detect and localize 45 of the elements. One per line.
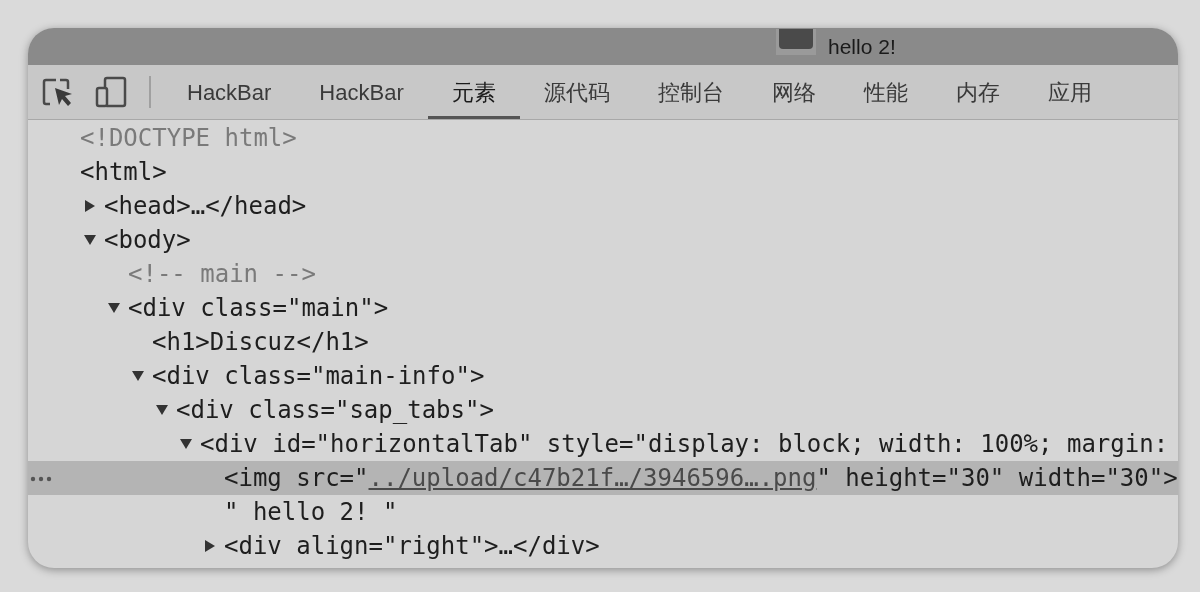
- expanded-triangle-icon[interactable]: [108, 302, 120, 314]
- code-line: <!DOCTYPE html>: [80, 123, 297, 154]
- expanded-triangle-icon[interactable]: [156, 404, 168, 416]
- more-icon[interactable]: [30, 476, 52, 482]
- code-line: <html>: [80, 157, 167, 188]
- tree-row[interactable]: <div align="right">…</div>: [28, 529, 1178, 563]
- tree-row[interactable]: <div id="horizontalTab" style="display: block; width: 100%; margin:: [28, 427, 1178, 461]
- panel-tab[interactable]: 性能: [839, 65, 932, 119]
- source-link[interactable]: ../upload/c47b21f…/3946596….png: [368, 464, 817, 492]
- tree-row[interactable]: " hello 2! ": [28, 495, 1178, 529]
- device-icon[interactable]: [95, 76, 127, 108]
- tree-row[interactable]: <html>: [28, 155, 1178, 189]
- panel-tab[interactable]: 内存: [931, 65, 1024, 119]
- code-line: <div align="right">…</div>: [224, 531, 600, 562]
- panel-tab[interactable]: 应用: [1023, 65, 1116, 119]
- panel-tab[interactable]: HackBar: [163, 65, 296, 119]
- tree-row[interactable]: <body>: [28, 223, 1178, 257]
- code-line: <head>…</head>: [104, 191, 307, 222]
- collapsed-triangle-icon[interactable]: [204, 540, 216, 552]
- code-line: <div class="main">: [128, 293, 389, 324]
- code-line: <div class="main-info">: [152, 361, 485, 392]
- expanded-triangle-icon[interactable]: [132, 370, 144, 382]
- code-line: <!-- main -->: [128, 259, 316, 290]
- expanded-triangle-icon[interactable]: [180, 438, 192, 450]
- code-line: <div id="horizontalTab" style="display: block; width: 100%; margin:: [200, 429, 1169, 460]
- tree-row[interactable]: <div class="main">: [28, 291, 1178, 325]
- tree-row[interactable]: <h1>Discuz</h1>: [28, 325, 1178, 359]
- collapsed-triangle-icon[interactable]: [84, 200, 96, 212]
- page-thumbnail-icon: [776, 28, 816, 55]
- code-line: <div class="sap_tabs">: [176, 395, 494, 426]
- code-line: " hello 2! ": [224, 497, 398, 528]
- tree-row[interactable]: <div class="sap_tabs">: [28, 393, 1178, 427]
- code-line: <img src="../upload/c47b21f…/3946596….png" height="30" width="30">: [224, 463, 1178, 494]
- selected-row[interactable]: <img src="../upload/c47b21f…/3946596….png" height="30" width="30">: [28, 461, 1178, 495]
- code-line: <h1>Discuz</h1>: [152, 327, 369, 358]
- code-line: <body>: [104, 225, 191, 256]
- panel-tab[interactable]: 控制台: [633, 65, 748, 119]
- panel-tab[interactable]: 网络: [747, 65, 840, 119]
- expanded-triangle-icon[interactable]: [84, 234, 96, 246]
- tree-row[interactable]: <head>…</head>: [28, 189, 1178, 223]
- panel-tab[interactable]: 源代码: [519, 65, 634, 119]
- tree-row[interactable]: <div class="main-info">: [28, 359, 1178, 393]
- panel-tab[interactable]: 元素: [427, 65, 520, 119]
- panel-tab[interactable]: HackBar: [295, 65, 428, 119]
- page-title: hello 2!: [828, 33, 896, 60]
